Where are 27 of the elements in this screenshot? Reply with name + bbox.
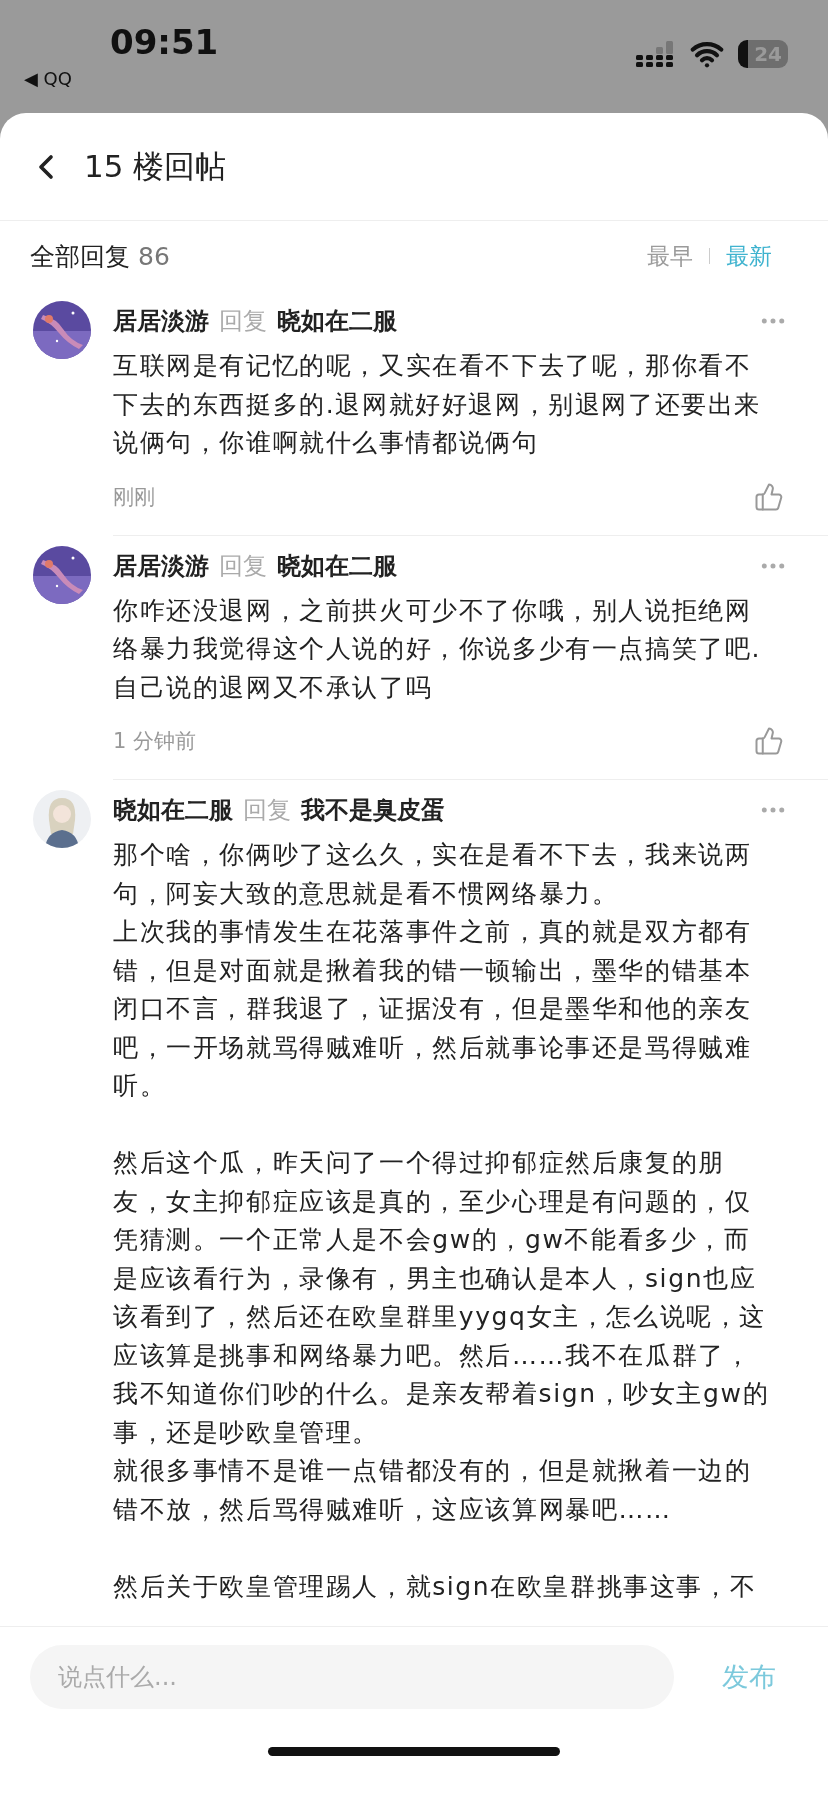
reply-target-name[interactable]: 晓如在二服 <box>277 305 397 337</box>
author-name[interactable]: 居居淡游 <box>113 549 209 582</box>
comment-time: 1 分钟前 <box>113 728 197 755</box>
comment-paragraph: 就很多事情不是谁一点错都没有的，但是就揪着一边的错不放，然后骂得贼难听，这应该算网暴吧…… <box>113 1455 753 1526</box>
author-name[interactable]: 居居淡游 <box>113 305 209 337</box>
thumbs-up-icon[interactable] <box>754 481 784 512</box>
reply-label: 回复 <box>243 795 291 826</box>
comment-paragraph: 然后这个瓜，昨天问了一个得过抑郁症然后康复的朋友，女主抑郁症应该是真的，至少心理是有问题的，仅凭猜测。一个正常人是不会gw的，gw不能看多少，而是应该看行为，录像有，男主也确认是本人，sign也应该看到了，然后还在欧皇群里yygq女主，怎么说呢，这应该算是挑事和网络暴力吧。然后……我不在瓜群了，我不知道你们吵的什么。是亲友帮着sign，吵女主gw的事，还是吵欧皇管理。 <box>113 1147 771 1449</box>
comment-paragraph: 互联网是有记忆的呢，又实在看不下去了呢，那你看不下去的东西挺多的.退网就好好退网，别退网了还要出来说俩句，你谁啊就什么事情都说俩句 <box>113 350 762 459</box>
replies-label: 全部回复 <box>30 241 130 271</box>
status-time: 09:51 <box>110 22 219 62</box>
reply-target-name[interactable]: 我不是臭皮蛋 <box>301 794 445 826</box>
reply-label: 回复 <box>219 306 267 337</box>
thumbs-up-icon[interactable] <box>754 726 784 756</box>
comment-paragraph: 上次我的事情发生在花落事件之前，真的就是双方都有错，但是对面就是揪着我的错一顿输出，墨华的错基本闭口不言，群我退了，证据没有，但是墨华和他的亲友吧，一开场就骂得贼难听，然后就事论事还是骂得贼难听。 <box>113 916 753 1102</box>
comment-input-field[interactable]: 说点什么... <box>30 1645 674 1709</box>
comment-paragraph: 那个啥，你俩吵了这么久，实在是看不下去，我来说两句，阿妄大致的意思就是看不惯网络暴力。 <box>113 839 753 910</box>
replies-count: 86 <box>138 241 170 271</box>
author-name[interactable]: 晓如在二服 <box>113 794 233 826</box>
signal-icon <box>636 41 676 67</box>
back-to-app-link[interactable]: ◀ QQ <box>24 68 219 89</box>
comment-paragraph: 你咋还没退网，之前拱火可少不了你哦，别人说拒绝网络暴力我觉得这个人说的好，你说多少有一点搞笑了吧.自己说的退网又不承认了吗 <box>113 594 762 704</box>
comment-time: 刚刚 <box>113 483 155 511</box>
comment-paragraph: 然后关于欧皇管理踢人，就sign在欧皇群挑事这事，不 <box>113 1570 758 1603</box>
reply-target-name[interactable]: 晓如在二服 <box>277 549 397 582</box>
page-title: 15 楼回帖 <box>84 146 227 186</box>
reply-label: 回复 <box>219 550 267 582</box>
